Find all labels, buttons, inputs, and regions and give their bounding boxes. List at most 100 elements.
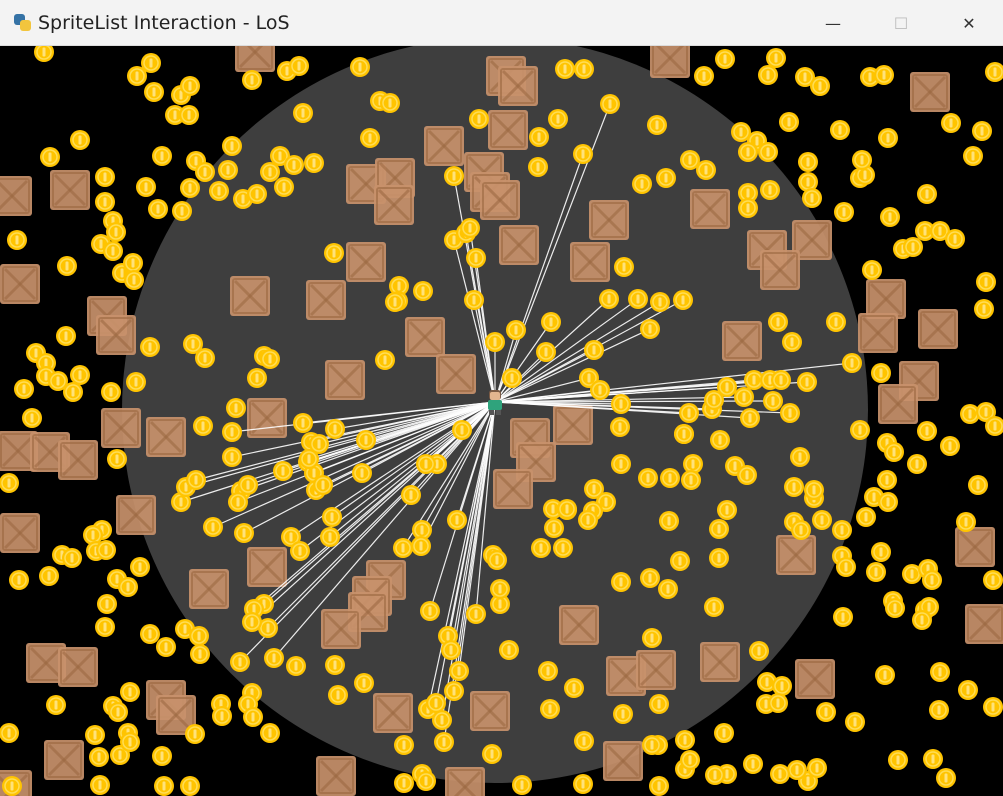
coin-sprite [247, 368, 267, 388]
coin-sprite [797, 372, 817, 392]
crate-sprite [405, 317, 445, 357]
coin-sprite [273, 461, 293, 481]
crate-sprite [488, 110, 528, 150]
coin-sprite [790, 447, 810, 467]
coin-sprite [929, 700, 949, 720]
coin-sprite [46, 695, 66, 715]
coin-sprite [90, 775, 110, 795]
coin-sprite [564, 678, 584, 698]
coin-sprite [293, 103, 313, 123]
coin-sprite [555, 59, 575, 79]
coin-sprite [768, 693, 788, 713]
coin-sprite [538, 661, 558, 681]
coin-sprite [694, 66, 714, 86]
coin-sprite [749, 641, 769, 661]
close-button[interactable]: ✕ [935, 0, 1003, 46]
coin-sprite [740, 408, 760, 428]
coin-sprite [293, 413, 313, 433]
coin-sprite [611, 454, 631, 474]
coin-sprite [154, 776, 174, 796]
coin-sprite [222, 422, 242, 442]
crate-sprite [445, 767, 485, 796]
crate-sprite [374, 185, 414, 225]
coin-sprite [243, 707, 263, 727]
minimize-button[interactable]: — [799, 0, 867, 46]
coin-sprite [380, 93, 400, 113]
coin-sprite [193, 416, 213, 436]
coin-sprite [945, 229, 965, 249]
coin-sprite [324, 243, 344, 263]
coin-sprite [466, 604, 486, 624]
coin-sprite [584, 340, 604, 360]
coin-sprite [230, 652, 250, 672]
coin-sprite [638, 468, 658, 488]
crate-sprite [858, 313, 898, 353]
coin-sprite [656, 168, 676, 188]
coin-sprite [289, 56, 309, 76]
coin-sprite [536, 342, 556, 362]
coin-sprite [506, 320, 526, 340]
coin-sprite [737, 465, 757, 485]
coin-sprite [62, 548, 82, 568]
coin-sprite [96, 540, 116, 560]
game-canvas[interactable] [0, 46, 1003, 796]
coin-sprite [186, 470, 206, 490]
coin-sprite [101, 382, 121, 402]
coin-sprite [830, 120, 850, 140]
coin-sprite [610, 417, 630, 437]
coin-sprite [222, 447, 242, 467]
coin-sprite [299, 449, 319, 469]
coin-sprite [274, 177, 294, 197]
coin-sprite [444, 681, 464, 701]
coin-sprite [0, 473, 19, 493]
coin-sprite [573, 774, 593, 794]
coin-sprite [375, 350, 395, 370]
coin-sprite [842, 353, 862, 373]
coin-sprite [354, 673, 374, 693]
coin-sprite [360, 128, 380, 148]
coin-sprite [681, 470, 701, 490]
coin-sprite [393, 538, 413, 558]
coin-sprite [972, 121, 992, 141]
coin-sprite [541, 312, 561, 332]
coin-sprite [152, 146, 172, 166]
crate-sprite [321, 609, 361, 649]
coin-sprite [704, 597, 724, 617]
maximize-button[interactable]: ☐ [867, 0, 935, 46]
coin-sprite [574, 59, 594, 79]
coin-sprite [649, 694, 669, 714]
coin-sprite [540, 699, 560, 719]
coin-sprite [880, 207, 900, 227]
coin-sprite [242, 70, 262, 90]
coin-sprite [416, 771, 436, 791]
coin-sprite [152, 746, 172, 766]
coin-sprite [22, 408, 42, 428]
coin-sprite [573, 144, 593, 164]
coin-sprite [640, 568, 660, 588]
coin-sprite [95, 167, 115, 187]
python-icon [14, 13, 32, 32]
coin-sprite [850, 420, 870, 440]
crate-sprite [493, 469, 533, 509]
coin-sprite [401, 485, 421, 505]
coin-sprite [917, 184, 937, 204]
coin-sprite [613, 704, 633, 724]
coin-sprite [441, 640, 461, 660]
coin-sprite [674, 424, 694, 444]
coin-sprite [234, 523, 254, 543]
coin-sprite [734, 387, 754, 407]
coin-sprite [807, 758, 827, 778]
coin-sprite [680, 750, 700, 770]
coin-sprite [34, 46, 54, 62]
coin-sprite [56, 326, 76, 346]
coin-sprite [9, 570, 29, 590]
coin-sprite [529, 127, 549, 147]
coin-sprite [649, 776, 669, 796]
coin-sprite [322, 507, 342, 527]
crate-sprite [436, 354, 476, 394]
coin-sprite [875, 665, 895, 685]
coin-sprite [156, 637, 176, 657]
crate-sprite [700, 642, 740, 682]
title-bar[interactable]: SpriteList Interaction - LoS — ☐ ✕ [0, 0, 1003, 46]
coin-sprite [983, 570, 1003, 590]
